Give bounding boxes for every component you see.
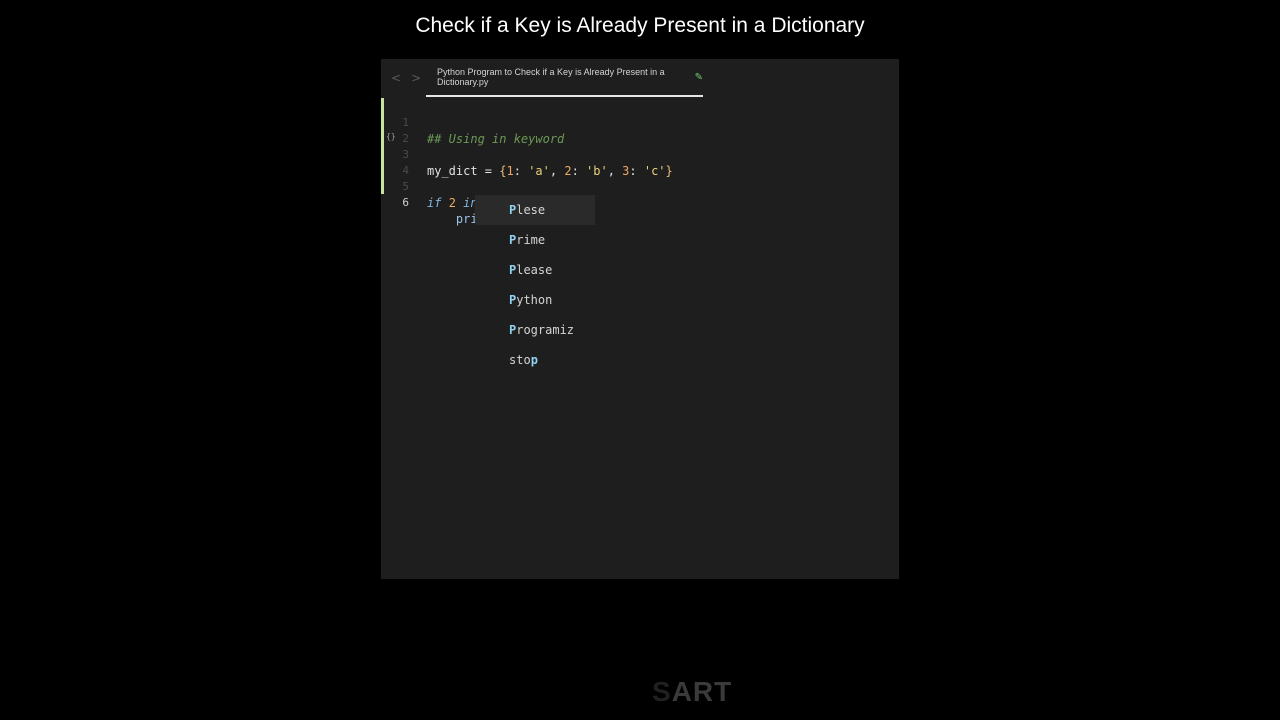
autocomplete-item[interactable]: Programiz [475,315,595,345]
autocomplete-item[interactable]: Plese [475,195,595,225]
nav-arrows: < > [391,71,421,85]
code-line-4[interactable]: 4 [381,147,410,177]
code-line-2[interactable]: 2 [381,115,410,145]
autocomplete-item[interactable]: stop [475,345,595,375]
line-number-active: 6 [402,196,409,209]
video-title: Check if a Key is Already Present in a D… [415,14,865,37]
autocomplete-item[interactable]: Prime [475,225,595,255]
back-arrow-icon[interactable]: < [391,71,401,85]
watermark-logo: SART [652,676,733,707]
pencil-icon: ✎ [694,71,703,83]
forward-arrow-icon[interactable]: > [411,71,421,85]
code-line-6[interactable]: 6 print("p [381,179,521,227]
editor-tab[interactable]: Python Program to Check if a Key is Alre… [426,59,703,97]
code-comment: ## Using in keyword [427,132,565,146]
code-line-3[interactable]: 3 my_dict = {1: 'a', 2: 'b', 3: 'c'} [381,131,672,178]
code-editor[interactable]: < > Python Program to Check if a Key is … [381,59,899,579]
autocomplete-item[interactable]: Please [475,255,595,285]
code-line-5[interactable]: 5 if 2 in my_dict: [381,163,542,210]
autocomplete-dropdown[interactable]: Plese Prime Please Python Programiz stop [475,195,595,375]
autocomplete-item[interactable]: Python [475,285,595,315]
code-line-1[interactable]: 1 ## Using in keyword [381,99,564,146]
tab-filename: Python Program to Check if a Key is Alre… [437,67,665,87]
code-text: my_dict = {1: 'a', 2: 'b', 3: 'c'} [427,164,673,178]
